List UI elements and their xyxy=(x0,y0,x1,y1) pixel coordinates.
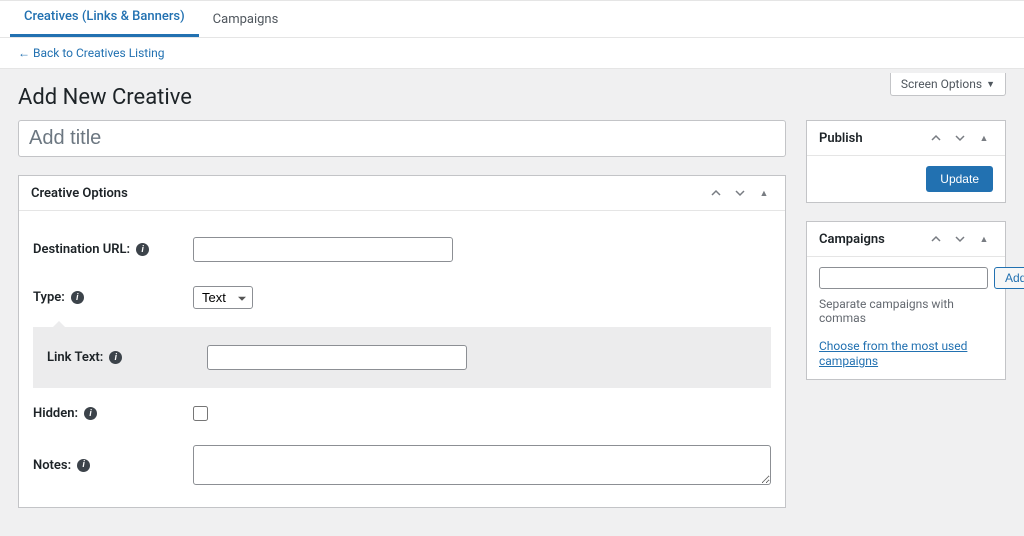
publish-body: Update xyxy=(807,156,1005,202)
screen-options-label: Screen Options xyxy=(901,77,982,91)
destination-url-row: Destination URL: i xyxy=(19,225,785,274)
info-icon[interactable]: i xyxy=(109,351,122,364)
main-column: Creative Options ▲ Destina xyxy=(18,120,786,526)
creative-options-heading: Creative Options xyxy=(31,186,128,201)
link-text-label-text: Link Text: xyxy=(47,350,103,365)
info-icon[interactable]: i xyxy=(71,291,84,304)
info-icon[interactable]: i xyxy=(77,459,90,472)
destination-url-input[interactable] xyxy=(193,237,453,262)
link-text-input[interactable] xyxy=(207,345,467,370)
notes-row: Notes: i xyxy=(19,433,785,497)
link-text-row: Link Text: i xyxy=(33,327,771,388)
page-title: Add New Creative xyxy=(18,85,1006,110)
publish-box: Publish ▲ Update xyxy=(806,120,1006,203)
hidden-checkbox[interactable] xyxy=(193,406,208,421)
tab-creatives[interactable]: Creatives (Links & Banners) xyxy=(10,0,199,37)
campaigns-hint: Separate campaigns with commas xyxy=(819,297,993,325)
toggle-icon[interactable]: ▲ xyxy=(975,230,993,248)
toggle-icon[interactable]: ▲ xyxy=(755,184,773,202)
type-label-text: Type: xyxy=(33,290,65,305)
hidden-row: Hidden: i xyxy=(19,394,785,433)
title-input[interactable] xyxy=(18,120,786,157)
hidden-label-text: Hidden: xyxy=(33,406,78,421)
publish-header: Publish ▲ xyxy=(807,121,1005,156)
campaigns-header: Campaigns ▲ xyxy=(807,222,1005,257)
back-to-listing-link[interactable]: ← Back to Creatives Listing xyxy=(18,46,165,60)
publish-handle-actions: ▲ xyxy=(927,129,993,147)
destination-url-label-text: Destination URL: xyxy=(33,242,130,257)
move-down-icon[interactable] xyxy=(951,230,969,248)
move-up-icon[interactable] xyxy=(927,129,945,147)
notes-label-text: Notes: xyxy=(33,458,71,473)
campaigns-heading: Campaigns xyxy=(819,232,885,247)
move-up-icon[interactable] xyxy=(927,230,945,248)
content-wrap: Screen Options ▼ Add New Creative Creati… xyxy=(0,69,1024,536)
type-row: Type: i Text xyxy=(19,274,785,321)
type-label: Type: i xyxy=(33,290,193,305)
publish-heading: Publish xyxy=(819,131,863,146)
campaigns-input[interactable] xyxy=(819,267,988,289)
hidden-label: Hidden: i xyxy=(33,406,193,421)
tab-campaigns[interactable]: Campaigns xyxy=(199,2,293,37)
destination-url-label: Destination URL: i xyxy=(33,242,193,257)
creative-options-body: Destination URL: i Type: i Text xyxy=(19,211,785,507)
type-select[interactable]: Text xyxy=(193,286,253,309)
creative-options-header: Creative Options ▲ xyxy=(19,176,785,211)
notes-textarea[interactable] xyxy=(193,445,771,485)
update-button[interactable]: Update xyxy=(926,166,993,192)
back-row: ← Back to Creatives Listing xyxy=(0,38,1024,69)
add-campaign-button[interactable]: Add xyxy=(994,267,1024,289)
side-column: Publish ▲ Update xyxy=(806,120,1006,398)
screen-options-toggle[interactable]: Screen Options ▼ xyxy=(890,73,1006,96)
creative-options-box: Creative Options ▲ Destina xyxy=(18,175,786,508)
campaigns-handle-actions: ▲ xyxy=(927,230,993,248)
choose-campaigns-link[interactable]: Choose from the most used campaigns xyxy=(819,339,967,368)
notes-label: Notes: i xyxy=(33,458,193,473)
move-down-icon[interactable] xyxy=(731,184,749,202)
move-up-icon[interactable] xyxy=(707,184,725,202)
top-tabs: Creatives (Links & Banners) Campaigns xyxy=(0,0,1024,38)
campaigns-box: Campaigns ▲ Add xyxy=(806,221,1006,380)
toggle-icon[interactable]: ▲ xyxy=(975,129,993,147)
campaigns-body: Add Separate campaigns with commas Choos… xyxy=(807,257,1005,379)
chevron-down-icon: ▼ xyxy=(986,79,995,90)
creative-options-handle-actions: ▲ xyxy=(707,184,773,202)
move-down-icon[interactable] xyxy=(951,129,969,147)
info-icon[interactable]: i xyxy=(84,407,97,420)
info-icon[interactable]: i xyxy=(136,243,149,256)
link-text-label: Link Text: i xyxy=(47,350,207,365)
